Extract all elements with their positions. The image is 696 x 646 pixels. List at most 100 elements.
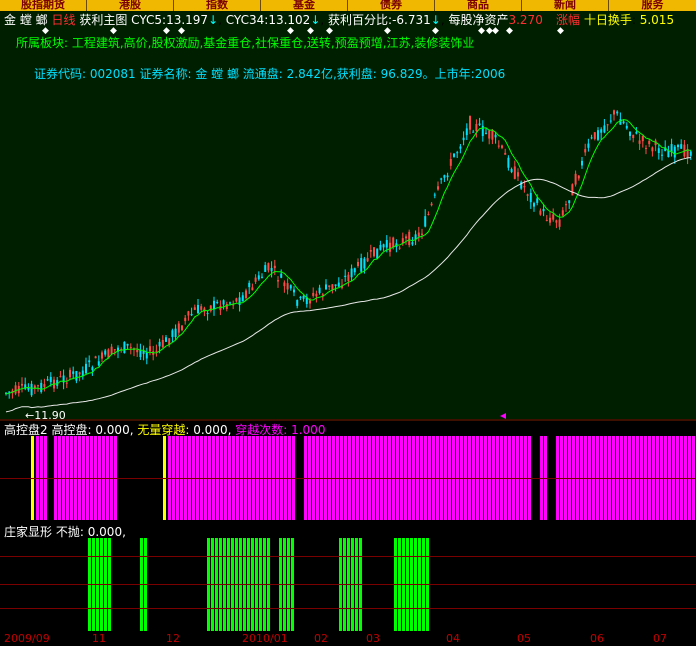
candle-body: [216, 301, 219, 304]
cyc5-label: CYC5:: [131, 13, 167, 27]
candle-body: [257, 275, 260, 280]
tab-index[interactable]: 指数: [174, 0, 261, 11]
candle-body: [613, 110, 615, 115]
candle-body: [193, 307, 196, 310]
signal-marker: ◆: [307, 26, 314, 36]
candle-body: [171, 330, 174, 337]
candle-body: [251, 287, 254, 291]
candle-body: [59, 376, 62, 378]
panel3-name[interactable]: 庄家显形: [4, 525, 52, 539]
signal-marker: ◆: [492, 26, 499, 36]
candle-body: [680, 144, 683, 149]
candle-body: [264, 265, 267, 272]
sector-info: 所属板块: 工程建筑,高价,股权激励,基金重仓,社保重仓,送转,预盈预增,江苏,…: [16, 36, 475, 50]
candle-body: [309, 300, 311, 304]
candle-body: [97, 361, 100, 366]
panel2-name[interactable]: 高控盘2: [4, 423, 48, 437]
candle-body: [235, 298, 238, 302]
time-axis: 2009/09 11 12 2010/01 02 03 04 05 06 07: [0, 632, 696, 646]
tab-news[interactable]: 新闻: [522, 0, 609, 11]
candle-body: [689, 151, 692, 156]
candle-body: [213, 300, 215, 310]
candle-body: [267, 263, 270, 271]
candle-body: [561, 210, 564, 216]
ctrl-value: 0.000,: [95, 423, 134, 437]
down-arrow-icon: ↓: [430, 13, 441, 27]
candle-body: [590, 137, 593, 139]
signal-marker: ◆: [326, 26, 333, 36]
candle-body: [104, 350, 107, 355]
candle-body: [328, 285, 331, 287]
candle-body: [293, 289, 295, 293]
candle-body: [177, 323, 180, 333]
candle-body: [155, 350, 158, 352]
tab-funds[interactable]: 基金: [261, 0, 348, 11]
candle-body: [453, 153, 455, 157]
candle-body: [648, 140, 651, 145]
candle-body: [536, 198, 539, 203]
panel2-header: 高控盘2 高控盘: 0.000, 无量穿越: 0.000, 穿越次数: 1.00…: [4, 423, 325, 437]
candle-body: [625, 125, 628, 129]
candle-body: [360, 258, 363, 272]
candle-body: [635, 131, 638, 134]
signal-marker: ◆: [432, 26, 439, 36]
candle-body: [523, 185, 526, 188]
candle-body: [619, 119, 622, 125]
time-tick: 04: [446, 632, 460, 645]
candle-body: [552, 214, 555, 220]
stock-info: 证券代码: 002081 证券名称: 金 螳 螂 流通盘: 2.842亿,获利盘…: [34, 67, 506, 81]
time-tick: 12: [166, 632, 180, 645]
candle-body: [123, 341, 126, 354]
candle-body: [405, 236, 407, 239]
candle-body: [113, 349, 116, 351]
tab-services[interactable]: 服务: [609, 0, 696, 11]
candle-body: [462, 137, 465, 141]
candle-body: [597, 130, 599, 140]
candle-body: [385, 240, 388, 248]
candle-body: [261, 276, 263, 278]
candle-body: [289, 285, 292, 289]
indicator-panel-gaokongpan[interactable]: 高控盘2 高控盘: 0.000, 无量穿越: 0.000, 穿越次数: 1.00…: [0, 422, 696, 523]
candle-body: [222, 300, 225, 305]
price-chart-panel[interactable]: ◆ ◆ ◆ ◆ ◆ ◆ ◆ ◆ ◆ ◆ ◆ ◆ ◆ ◆ 金 螳 螂 日线 获利主图 CYC5:13.197…: [0, 11, 696, 422]
candle-body: [507, 157, 510, 168]
candle-body: [350, 268, 353, 278]
grid-line: [0, 478, 696, 479]
candle-body: [558, 219, 561, 227]
candle-body: [78, 372, 81, 375]
count-value: 1.000: [291, 423, 326, 437]
candle-body: [469, 116, 471, 130]
indicator-panel-zhuangjia[interactable]: 庄家显形 不抛: 0.000,: [0, 524, 696, 632]
candle-body: [312, 292, 315, 296]
candle-body: [593, 132, 596, 139]
candle-body: [337, 282, 340, 287]
cyc34-label: CYC34:: [225, 13, 269, 27]
candle-body: [277, 280, 279, 282]
candle-body: [456, 152, 459, 154]
tab-commodities[interactable]: 商品: [435, 0, 522, 11]
period-label[interactable]: 日线: [51, 13, 75, 27]
candle-body: [14, 385, 17, 394]
candle-body: [101, 352, 103, 359]
candle-body: [459, 146, 462, 149]
candle-body: [472, 131, 475, 133]
candle-body: [145, 352, 148, 359]
candle-body: [325, 284, 327, 290]
candle-body: [27, 387, 30, 390]
candle-body: [245, 290, 247, 299]
candle-body: [126, 343, 129, 346]
nav-value: 3.270: [508, 13, 543, 27]
tab-bonds[interactable]: 债券: [348, 0, 435, 11]
min-price-value: 11.90: [34, 409, 66, 422]
signal-marker: ◆: [384, 26, 391, 36]
candle-body: [673, 146, 676, 158]
hold-value: 0.000,: [87, 525, 126, 539]
tab-index-futures[interactable]: 股指期货: [0, 0, 87, 11]
candle-body: [427, 214, 430, 216]
candle-body: [501, 145, 503, 148]
candle-body: [629, 131, 631, 136]
tab-hk-stocks[interactable]: 港股: [87, 0, 174, 11]
count-label: 穿越次数:: [235, 423, 288, 437]
time-tick: 06: [590, 632, 604, 645]
candle-body: [494, 134, 497, 138]
